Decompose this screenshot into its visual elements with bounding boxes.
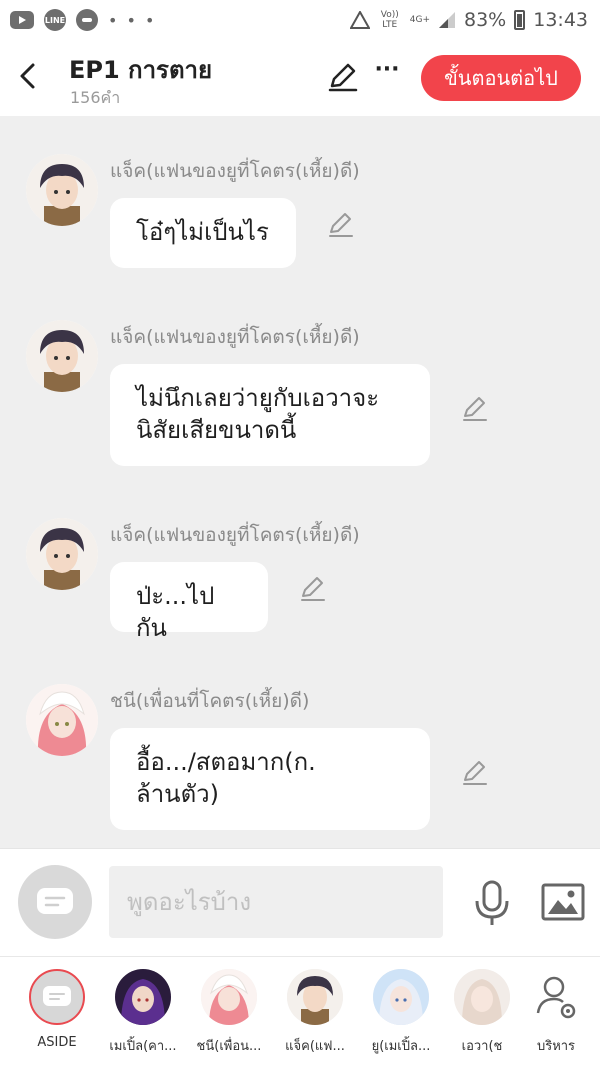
character-chani[interactable]: ชนี(เพื่อน...: [186, 969, 272, 1056]
message-input[interactable]: [109, 866, 443, 938]
speaker-name: แจ็ค(แฟนของยูที่โคตร(เหี้ย)ดี): [110, 524, 360, 546]
word-count: 156คำ: [70, 88, 121, 107]
character-label: ASIDE: [37, 1035, 77, 1050]
composer: [0, 848, 600, 957]
avatar: [115, 969, 171, 1025]
back-button[interactable]: [12, 58, 44, 94]
character-label: เอวา(ช: [461, 1039, 503, 1054]
speaker-name: แจ็ค(แฟนของยูที่โคตร(เหี้ย)ดี): [110, 160, 360, 182]
avatar[interactable]: [26, 154, 98, 226]
next-step-button[interactable]: ขั้นตอนต่อไป: [421, 55, 581, 101]
youtube-icon: [10, 11, 34, 29]
chat-bubble-icon: [37, 888, 73, 914]
message-bubble[interactable]: ป่ะ...ไปกัน: [110, 562, 268, 642]
chevron-left-icon: [20, 63, 35, 89]
character-label: เมเปิ้ล(คา...: [109, 1039, 177, 1054]
speaker-name: ชนี(เพื่อนที่โคตร(เหี้ย)ดี): [110, 690, 310, 712]
avatar: [287, 969, 343, 1025]
microphone-button[interactable]: [471, 879, 513, 927]
pencil-icon: [463, 761, 487, 785]
character-label: บริหาร: [536, 1039, 576, 1054]
avatar: [201, 969, 257, 1025]
more-notifications: • • •: [108, 10, 157, 30]
edit-message-button[interactable]: [298, 574, 328, 604]
character-ava[interactable]: เอวา(ช: [444, 969, 520, 1056]
character-label: แจ็ค(แฟ...: [285, 1039, 345, 1054]
character-jack[interactable]: แจ็ค(แฟ...: [272, 969, 358, 1056]
avatar: [454, 969, 510, 1025]
avatar: [373, 969, 429, 1025]
message-bubble[interactable]: โอ๋ๆไม่เป็นไร: [110, 198, 296, 268]
manage-characters-button[interactable]: บริหาร: [520, 969, 592, 1056]
avatar[interactable]: [26, 518, 98, 590]
character-yu[interactable]: ยู(เมเปิ้ล...: [358, 969, 444, 1056]
battery-percent: 83%: [464, 9, 507, 31]
pencil-icon: [463, 397, 487, 421]
manage-icon: [528, 969, 584, 1025]
chat-area: แจ็ค(แฟนของยูที่โคตร(เหี้ย)ดี) โอ๋ๆไม่เป…: [0, 116, 600, 848]
edit-message-button[interactable]: [460, 758, 490, 788]
character-maple[interactable]: เมเปิ้ล(คา...: [100, 969, 186, 1056]
insert-image-button[interactable]: [540, 882, 586, 922]
message-bubble[interactable]: อื้อ.../สตอมาก(ก. ล้านตัว): [110, 728, 430, 830]
episode-header: EP1 การตาย 156คำ ··· ขั้นตอนต่อไป: [0, 40, 600, 116]
pencil-icon: [328, 63, 358, 92]
avatar[interactable]: [26, 684, 98, 756]
chat-bubble-icon: [43, 986, 71, 1006]
image-icon: [541, 883, 585, 921]
microphone-icon: [475, 880, 509, 925]
episode-title: EP1 การตาย: [69, 56, 213, 84]
volte-indicator: Vo)) LTE: [380, 10, 399, 30]
character-aside[interactable]: ASIDE: [14, 969, 100, 1050]
game-icon: [76, 9, 98, 31]
status-bar: LINE • • • Vo)) LTE 4G+ 83% 13:43: [0, 0, 600, 40]
line-icon: LINE: [44, 9, 66, 31]
edit-message-button[interactable]: [460, 394, 490, 424]
data-saver-icon: [349, 11, 370, 29]
clock: 13:43: [533, 9, 588, 31]
speaker-name: แจ็ค(แฟนของยูที่โคตร(เหี้ย)ดี): [110, 326, 360, 348]
more-options-button[interactable]: ···: [372, 59, 402, 90]
avatar: [29, 969, 85, 1025]
character-bar: ASIDE เมเปิ้ล(คา... ชนี(เพื่อน... แจ็ค(แ…: [0, 956, 600, 1068]
avatar[interactable]: [26, 320, 98, 392]
pencil-icon: [301, 577, 325, 601]
edit-message-button[interactable]: [326, 210, 356, 240]
signal-icon: [439, 12, 455, 28]
character-label: ยู(เมเปิ้ล...: [371, 1039, 431, 1054]
pencil-icon: [329, 213, 353, 237]
aside-toggle-button[interactable]: [18, 865, 92, 939]
network-type: 4G+: [409, 15, 430, 25]
character-label: ชนี(เพื่อน...: [196, 1039, 262, 1054]
battery-icon: [514, 10, 526, 30]
edit-title-button[interactable]: [326, 60, 360, 94]
message-bubble[interactable]: ไม่นึกเลยว่ายูกับเอวาจะ นิสัยเสียขนาดนี้: [110, 364, 430, 466]
